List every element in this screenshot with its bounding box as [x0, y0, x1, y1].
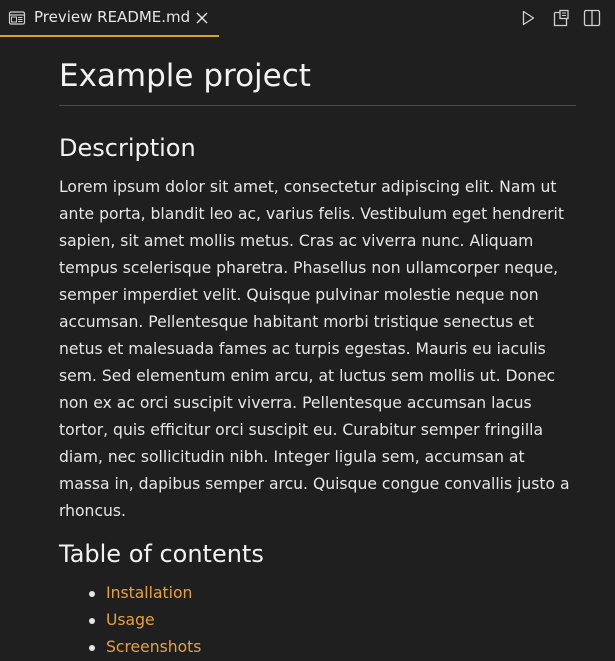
- toc-link-usage[interactable]: Usage: [106, 607, 155, 634]
- description-heading: Description: [59, 134, 196, 162]
- description-paragraph: Lorem ipsum dolor sit amet, consectetur …: [59, 178, 570, 520]
- toc-link-installation[interactable]: Installation: [106, 580, 192, 607]
- bullet: [89, 618, 95, 624]
- split-editor-icon[interactable]: [582, 8, 602, 28]
- open-file-icon[interactable]: [551, 8, 571, 28]
- bullet: [89, 591, 95, 597]
- preview-icon: [8, 9, 26, 27]
- list-item: Installation: [59, 580, 576, 607]
- close-icon[interactable]: [193, 9, 211, 27]
- play-icon[interactable]: [518, 8, 538, 28]
- list-item: Usage: [59, 607, 576, 634]
- tab-label: Preview README.md: [34, 8, 191, 26]
- editor-tab-bar: Preview README.md: [0, 0, 615, 37]
- bullet: [89, 645, 95, 651]
- toc-heading: Table of contents: [59, 540, 264, 568]
- toc-list: Installation Usage Screenshots: [59, 580, 576, 661]
- tab-preview-readme[interactable]: Preview README.md: [0, 0, 219, 37]
- title-divider: [59, 105, 576, 106]
- page-title: Example project: [59, 58, 311, 94]
